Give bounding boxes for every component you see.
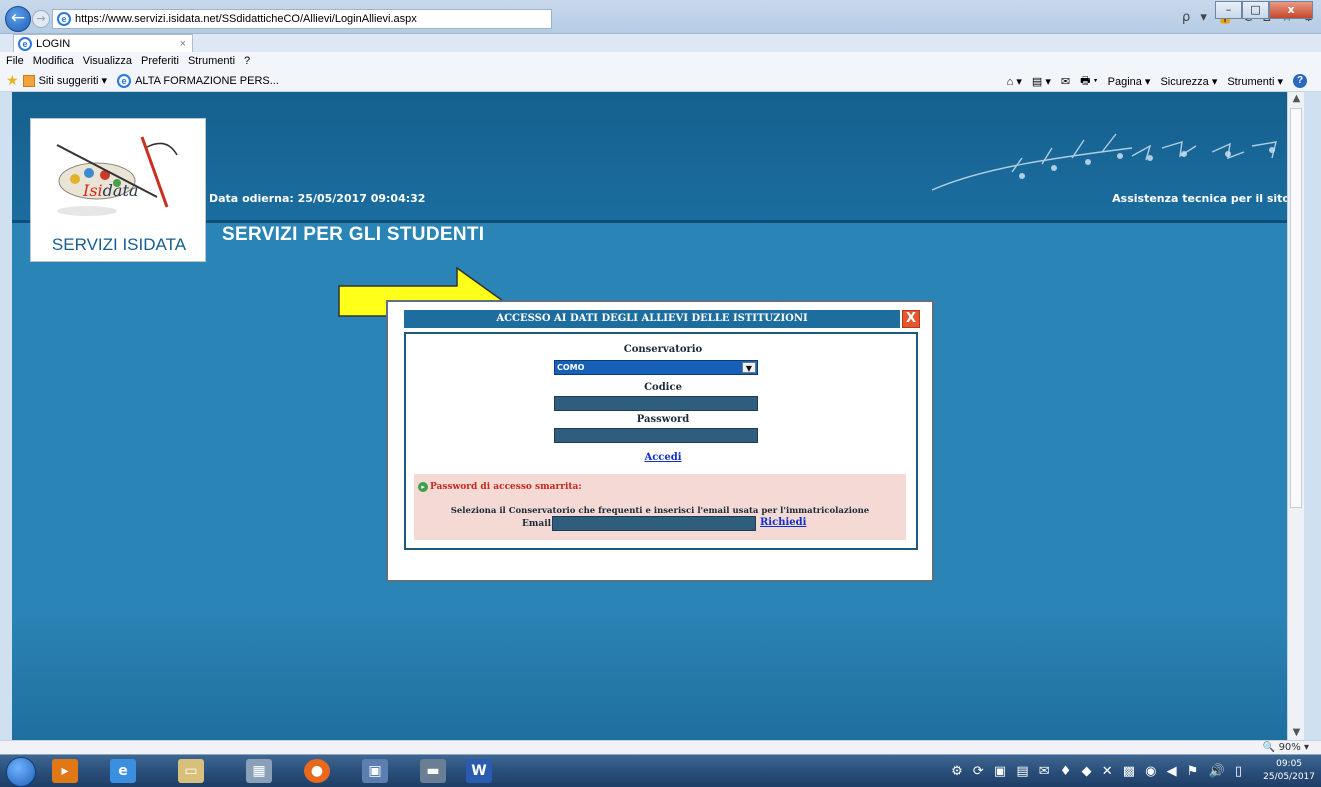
scroll-thumb[interactable] (1290, 108, 1302, 508)
security-menu[interactable]: Sicurezza ▾ (1160, 75, 1217, 88)
logo-wordmark-suffix: data (102, 181, 139, 200)
browser-title-bar: ← → e https://www.servizi.isidata.net/SS… (0, 0, 1321, 34)
zoom-level[interactable]: 🔍 90% ▾ (1263, 741, 1309, 755)
calculator-icon[interactable]: ▦ (246, 759, 272, 783)
system-tray-icons[interactable]: ⚙ ⟳ ▣ ▤ ✉ ♦ ◆ ✕ ▩ ◉ ◀ ⚑ 🔊 ▯ (951, 764, 1245, 779)
minimize-button[interactable]: – (1215, 1, 1242, 19)
logo-wordmark-prefix: Isi (83, 181, 103, 200)
remote-desktop-icon[interactable]: ▣ (362, 759, 388, 783)
password-recovery-instructions: Seleziona il Conservatorio che frequenti… (450, 506, 870, 516)
richiedi-link[interactable]: Richiedi (760, 517, 806, 528)
web-page: Isidata SERVIZI ISIDATA Data odierna: 25… (12, 92, 1304, 740)
command-bar: ⌂ ▾ ▤ ▾ ✉ 🖶 ▾ Pagina ▾ Sicurezza ▾ Strum… (997, 70, 1307, 92)
clock-time: 09:05 (1276, 759, 1303, 769)
password-recovery-box: ▸ Password di accesso smarrita: Selezion… (414, 474, 906, 540)
codice-label: Codice (644, 382, 682, 393)
windows-taskbar: ▸ e ▭ ▦ ● ▣ ▬ W ⚙ ⟳ ▣ ▤ ✉ ♦ ◆ ✕ ▩ ◉ ◀ ⚑ … (0, 754, 1321, 787)
email-input[interactable] (552, 516, 756, 531)
favorites-star-icon[interactable]: ★ (6, 72, 19, 89)
menu-visualizza[interactable]: Visualizza (83, 55, 132, 67)
conservatorio-select[interactable]: COMO ▼ (554, 360, 758, 375)
favorites-bar: ★ Siti suggeriti ▾ e ALTA FORMAZIONE PER… (0, 70, 1321, 92)
scroll-up-icon[interactable]: ▲ (1288, 92, 1304, 106)
address-bar[interactable]: e https://www.servizi.isidata.net/SSdida… (52, 9, 552, 29)
suggested-sites-link[interactable]: Siti suggeriti ▾ (39, 74, 108, 87)
status-bar: 🔍 90% ▾ (0, 740, 1321, 754)
start-button[interactable] (6, 757, 36, 787)
menu-strumenti[interactable]: Strumenti (188, 55, 235, 67)
menu-preferiti[interactable]: Preferiti (141, 55, 179, 67)
menu-file[interactable]: File (6, 55, 24, 67)
palette-logo-icon (56, 136, 178, 216)
menu-modifica[interactable]: Modifica (33, 55, 74, 67)
file-explorer-icon[interactable]: ▭ (178, 759, 204, 783)
forward-button[interactable]: → (32, 10, 50, 28)
help-icon[interactable]: ? (1293, 74, 1307, 88)
home-icon[interactable]: ⌂ ▾ (1007, 75, 1022, 88)
vertical-scrollbar[interactable]: ▲ ▼ (1287, 92, 1304, 740)
taskbar-clock[interactable]: 09:05 25/05/2017 (1263, 758, 1315, 784)
chevron-down-icon[interactable]: ▼ (742, 362, 756, 373)
password-recovery-title: ▸ Password di accesso smarrita: (418, 482, 582, 492)
tab-close-icon[interactable]: × (180, 38, 186, 50)
word-icon[interactable]: W (466, 759, 492, 783)
scroll-down-icon[interactable]: ▼ (1288, 726, 1304, 740)
clock-date: 25/05/2017 (1263, 772, 1315, 782)
login-panel-title: ACCESSO AI DATI DEGLI ALLIEVI DELLE ISTI… (404, 310, 900, 328)
zoom-value: 90% (1278, 742, 1301, 753)
media-center-icon[interactable]: ▬ (420, 759, 446, 783)
tab-login[interactable]: e LOGIN × (13, 34, 193, 52)
technical-support-link[interactable]: Assistenza tecnica per il sito (1112, 192, 1290, 205)
menu-help[interactable]: ? (244, 55, 250, 67)
media-player-icon[interactable]: ▸ (52, 759, 78, 783)
conservatorio-label: Conservatorio (623, 344, 703, 355)
suggested-sites-icon (22, 74, 35, 87)
current-date: Data odierna: 25/05/2017 09:04:32 (209, 192, 426, 205)
tab-title: LOGIN (36, 37, 71, 50)
password-input[interactable] (554, 428, 758, 443)
address-url[interactable]: https://www.servizi.isidata.net/SSdidatt… (75, 13, 417, 25)
email-label: Email: (522, 519, 555, 529)
accedi-link[interactable]: Accedi (406, 452, 920, 463)
favorite-page-icon: e (117, 73, 132, 88)
password-label: Password (636, 414, 690, 425)
tab-strip: e LOGIN × (0, 34, 1321, 52)
password-recovery-heading: Password di accesso smarrita: (430, 482, 582, 492)
feeds-icon[interactable]: ▤ ▾ (1032, 75, 1051, 88)
isidata-logo[interactable]: Isidata SERVIZI ISIDATA (30, 118, 206, 262)
close-icon[interactable]: X (902, 310, 920, 328)
maximize-button[interactable]: □ (1242, 1, 1269, 19)
login-form: Conservatorio COMO ▼ Codice Password Acc… (404, 332, 918, 550)
menu-bar: File Modifica Visualizza Preferiti Strum… (0, 52, 1321, 70)
window-controls: – □ x (1215, 1, 1313, 19)
login-panel: ACCESSO AI DATI DEGLI ALLIEVI DELLE ISTI… (386, 300, 934, 582)
ie-tab-icon: e (18, 36, 32, 51)
back-button[interactable]: ← (5, 6, 31, 32)
mail-icon[interactable]: ✉ (1061, 75, 1070, 88)
firefox-icon[interactable]: ● (304, 759, 330, 783)
tools-menu[interactable]: Strumenti ▾ (1227, 75, 1283, 88)
codice-input[interactable] (554, 396, 758, 411)
internet-explorer-icon[interactable]: e (110, 759, 136, 783)
music-notes-decoration (931, 133, 1277, 191)
logo-wordmark: Isidata (83, 181, 138, 200)
page-title: SERVIZI PER GLI STUDENTI (222, 224, 485, 245)
green-check-icon: ▸ (418, 482, 428, 492)
ie-page-icon: e (57, 12, 71, 26)
favorite-alta-formazione[interactable]: ALTA FORMAZIONE PERS... (135, 75, 279, 87)
close-window-button[interactable]: x (1269, 1, 1313, 19)
print-icon[interactable]: 🖶 ▾ (1080, 72, 1098, 91)
logo-caption: SERVIZI ISIDATA (51, 235, 187, 254)
page-menu[interactable]: Pagina ▾ (1108, 75, 1151, 88)
conservatorio-selected: COMO (557, 363, 585, 372)
